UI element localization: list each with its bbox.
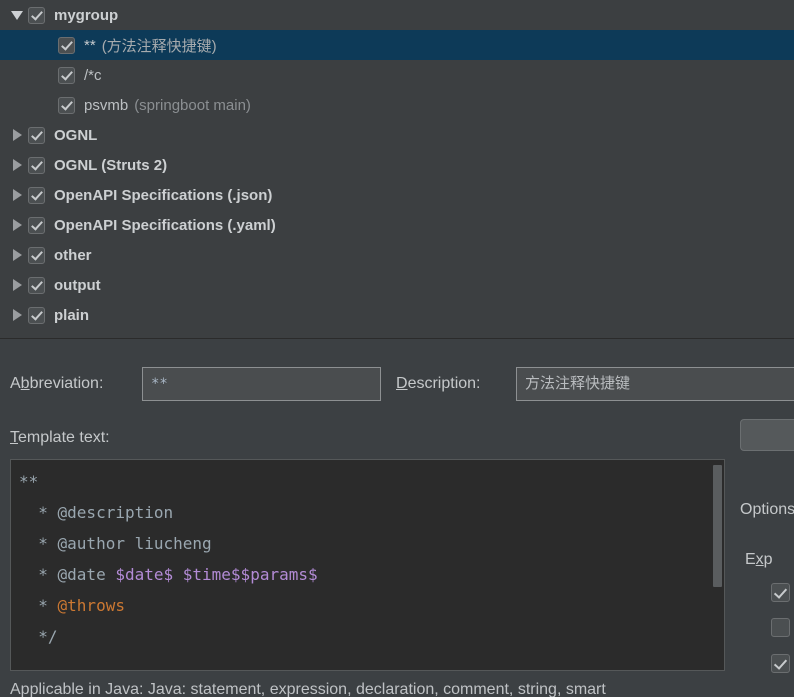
chevron-right-icon[interactable] bbox=[6, 150, 28, 180]
chevron-right-icon[interactable] bbox=[6, 180, 28, 210]
code-token: * @author liucheng bbox=[19, 534, 212, 553]
option-checkbox-2[interactable] bbox=[771, 618, 790, 637]
applicable-context-text: Applicable in Java: Java: statement, exp… bbox=[10, 681, 606, 697]
tree-row-checkbox[interactable] bbox=[28, 156, 45, 174]
code-token: ** bbox=[19, 472, 39, 491]
tree-row[interactable]: OGNL (Struts 2) bbox=[0, 150, 794, 180]
tree-row[interactable]: mygroup bbox=[0, 0, 794, 30]
tree-row-label: other bbox=[54, 246, 92, 264]
triangle-glyph bbox=[12, 279, 22, 291]
chevron-right-icon[interactable] bbox=[6, 300, 28, 330]
tree-row-checkbox[interactable] bbox=[28, 216, 45, 234]
tree-row-label: output bbox=[54, 276, 101, 294]
tree-no-twisty bbox=[36, 60, 58, 90]
tree-row-checkbox[interactable] bbox=[58, 66, 75, 84]
tree-row-label: OpenAPI Specifications (.yaml) bbox=[54, 216, 276, 234]
description-input[interactable]: 方法注释快捷键 bbox=[516, 367, 794, 401]
tree-row-label: ** bbox=[84, 36, 96, 54]
code-token: $date$ $time$$params$ bbox=[115, 565, 318, 584]
tree-row-checkbox[interactable] bbox=[28, 276, 45, 294]
expand-with-label: Exp bbox=[745, 551, 773, 568]
tree-row[interactable]: psvmb (springboot main) bbox=[0, 90, 794, 120]
tree-row-label: /*c bbox=[84, 66, 102, 84]
tree-no-twisty bbox=[36, 90, 58, 120]
code-token: */ bbox=[19, 627, 58, 646]
tree-row-description: (方法注释快捷键) bbox=[101, 37, 217, 55]
description-label: Description: bbox=[396, 375, 481, 392]
tree-row-label: mygroup bbox=[54, 6, 119, 24]
chevron-right-icon[interactable] bbox=[6, 120, 28, 150]
tree-row[interactable]: OpenAPI Specifications (.yaml) bbox=[0, 210, 794, 240]
chevron-right-icon[interactable] bbox=[6, 210, 28, 240]
code-line: ** bbox=[19, 466, 318, 497]
code-line: */ bbox=[19, 621, 318, 652]
tree-row-label: psvmb bbox=[84, 96, 129, 114]
option-checkbox-3[interactable] bbox=[771, 654, 790, 673]
template-text-label: Template text: bbox=[10, 429, 110, 446]
code-line: * @throws bbox=[19, 590, 318, 621]
tree-row-description: (springboot main) bbox=[134, 96, 251, 114]
tree-row-checkbox[interactable] bbox=[28, 126, 45, 144]
code-line: * @description bbox=[19, 497, 318, 528]
scrollbar-thumb[interactable] bbox=[713, 465, 722, 587]
tree-row[interactable]: output bbox=[0, 270, 794, 300]
code-line: * @date $date$ $time$$params$ bbox=[19, 559, 318, 590]
options-title: Options bbox=[740, 501, 794, 518]
triangle-glyph bbox=[12, 129, 22, 141]
editor-vertical-scrollbar[interactable] bbox=[710, 460, 724, 670]
templates-tree[interactable]: mygroup ** (方法注释快捷键) /*c psvmb (springboot ma… bbox=[0, 0, 794, 339]
chevron-right-icon[interactable] bbox=[6, 270, 28, 300]
abbreviation-label: Abbreviation: bbox=[10, 375, 104, 392]
template-detail-panel: Abbreviation: ** Description: 方法注释快捷键 Te… bbox=[0, 339, 794, 697]
option-checkbox-1[interactable] bbox=[771, 583, 790, 602]
tree-row-checkbox[interactable] bbox=[28, 246, 45, 264]
code-token: * @description bbox=[19, 503, 174, 522]
tree-row[interactable]: ** (方法注释快捷键) bbox=[0, 30, 794, 60]
tree-row[interactable]: OGNL bbox=[0, 120, 794, 150]
triangle-glyph bbox=[12, 189, 22, 201]
triangle-glyph bbox=[12, 309, 22, 321]
tree-row-checkbox[interactable] bbox=[58, 36, 75, 54]
tree-row-label: OGNL (Struts 2) bbox=[54, 156, 168, 174]
tree-row-checkbox[interactable] bbox=[58, 96, 75, 114]
code-line: * @author liucheng bbox=[19, 528, 318, 559]
tree-row[interactable]: plain bbox=[0, 300, 794, 330]
abbreviation-input[interactable]: ** bbox=[142, 367, 381, 401]
tree-row-label: OpenAPI Specifications (.json) bbox=[54, 186, 273, 204]
tree-row[interactable]: OpenAPI Specifications (.json) bbox=[0, 180, 794, 210]
triangle-glyph bbox=[12, 159, 22, 171]
chevron-down-icon[interactable] bbox=[6, 0, 28, 30]
code-token: @throws bbox=[57, 596, 125, 615]
abbreviation-description-row: Abbreviation: ** Description: 方法注释快捷键 bbox=[0, 367, 794, 403]
tree-no-twisty bbox=[36, 30, 58, 60]
code-token: * bbox=[19, 596, 58, 615]
triangle-glyph bbox=[12, 249, 22, 261]
template-code: ** * @description * @author liucheng * @… bbox=[19, 466, 318, 652]
triangle-glyph bbox=[11, 10, 23, 20]
triangle-glyph bbox=[12, 219, 22, 231]
edit-variables-button[interactable] bbox=[740, 419, 794, 451]
tree-row-checkbox[interactable] bbox=[28, 186, 45, 204]
tree-row[interactable]: /*c bbox=[0, 60, 794, 90]
tree-row-checkbox[interactable] bbox=[28, 6, 45, 24]
code-token: * @date bbox=[19, 565, 116, 584]
chevron-right-icon[interactable] bbox=[6, 240, 28, 270]
tree-row-label: OGNL bbox=[54, 126, 98, 144]
tree-row-label: plain bbox=[54, 306, 90, 324]
template-text-editor[interactable]: ** * @description * @author liucheng * @… bbox=[10, 459, 725, 671]
tree-row[interactable]: other bbox=[0, 240, 794, 270]
live-templates-settings-pane: mygroup ** (方法注释快捷键) /*c psvmb (springboot ma… bbox=[0, 0, 794, 697]
tree-row-checkbox[interactable] bbox=[28, 306, 45, 324]
options-column: Options Exp bbox=[735, 459, 794, 697]
